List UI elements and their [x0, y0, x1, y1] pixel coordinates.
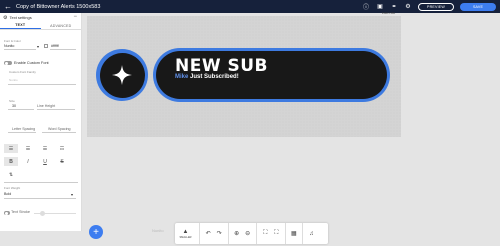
underline-button[interactable]: U [38, 157, 52, 166]
add-layer-button[interactable]: + [89, 225, 103, 239]
align-justify-button[interactable]: ☶ [55, 144, 69, 153]
size-label: Size [9, 99, 15, 103]
fullscreen-icon[interactable]: ⛶ [271, 230, 282, 237]
tab-advanced[interactable]: ADVANCED [41, 22, 82, 29]
text-stroke-knob[interactable] [40, 211, 45, 216]
text-settings-panel: ⚙ Text settings − TEXT ADVANCED Font & C… [0, 13, 82, 231]
alert-title[interactable]: NEW SUB [175, 56, 268, 76]
back-arrow-icon[interactable]: ← [3, 2, 13, 11]
font-weight-select[interactable]: Bold [4, 192, 11, 196]
line-height-input[interactable]: Line Height [37, 104, 55, 108]
settings-icon[interactable]: ⚙ [404, 3, 412, 10]
font-color-label: Font & Color [4, 39, 21, 43]
alert-icon-circle[interactable] [96, 49, 148, 101]
custom-font-label: Enable Custom Font [14, 61, 49, 65]
divider [8, 84, 76, 85]
word-spacing-input[interactable]: Word Spacing [48, 127, 71, 131]
align-center-button[interactable]: ☰ [21, 144, 35, 153]
align-left-button[interactable]: ☰ [4, 144, 18, 153]
divider [8, 109, 34, 110]
bold-button[interactable]: B [4, 157, 18, 166]
panel-tabs: TEXT ADVANCED [0, 22, 81, 30]
preview-button[interactable]: PREVIEW [418, 2, 454, 11]
top-actions: ⓘ ▣ ⚭ ⚙ PREVIEW SAVE [362, 1, 496, 12]
chevron-down-icon[interactable]: ▾ [37, 44, 39, 49]
custom-font-input[interactable]: Nunito [9, 78, 18, 82]
alert-icon-inner [99, 52, 145, 98]
divider [4, 49, 36, 50]
divider [4, 182, 78, 183]
text-stroke-label: Text Stroke [11, 210, 30, 214]
text-transform-group: ⇅ [4, 170, 18, 179]
zoom-in-icon[interactable]: ⊕ [231, 230, 242, 237]
custom-font-family-label: Custom Font Family [9, 70, 36, 74]
panel-title: Text settings [9, 15, 32, 20]
undo-icon[interactable]: ↶ [203, 230, 214, 237]
alert-subtitle[interactable]: Mike Just Subscribed! [175, 74, 239, 80]
page-title: Copy of Bittowner Alerts 1500x583 [16, 3, 101, 10]
font-weight-label: Font Weight [4, 186, 21, 190]
sparkle-icon [112, 65, 132, 85]
text-align-group: ☰ ☰ ☰ ☶ [4, 144, 69, 153]
smaller-label: SMALLER [179, 235, 192, 239]
gear-icon: ⚙ [3, 14, 8, 21]
divider [4, 198, 76, 199]
size-input[interactable]: 30 [12, 104, 16, 108]
divider [50, 49, 76, 50]
bell-icon: ▲ [182, 228, 189, 235]
zoom-out-icon[interactable]: ⊖ [242, 230, 253, 237]
divider [227, 223, 229, 244]
link-icon[interactable]: ⚭ [390, 3, 398, 10]
divider [302, 223, 303, 244]
save-button[interactable]: SAVE [460, 2, 496, 11]
font-select[interactable]: Nunito [4, 44, 14, 48]
italic-button[interactable]: I [21, 157, 35, 166]
monitor-icon[interactable]: ▣ [376, 3, 384, 10]
collapse-icon[interactable]: − [73, 14, 77, 20]
panel-header: ⚙ Text settings − [0, 13, 81, 22]
divider [37, 109, 75, 110]
canvas-size-label: 1500 x 583 [382, 12, 395, 15]
divider [199, 223, 200, 244]
letter-spacing-input[interactable]: Letter Spacing [12, 127, 35, 131]
color-swatch[interactable] [44, 44, 48, 48]
fit-screen-icon[interactable]: ⛶ [260, 230, 271, 237]
divider [8, 132, 36, 133]
redo-icon[interactable]: ↷ [214, 230, 225, 237]
divider [256, 223, 257, 244]
canvas-toolbar: ▲ SMALLER ↶ ↷ ⊕ ⊖ ⛶ ⛶ ▦ ♫ [175, 223, 328, 244]
divider [42, 132, 76, 133]
top-bar: ← Copy of Bittowner Alerts 1500x583 ⓘ ▣ … [0, 0, 500, 13]
text-transform-icon[interactable]: ⇅ [4, 170, 18, 179]
help-icon[interactable]: ⓘ [362, 2, 370, 11]
align-right-button[interactable]: ☰ [38, 144, 52, 153]
divider [284, 223, 286, 244]
grid-icon[interactable]: ▦ [288, 230, 299, 237]
alert-message: Just Subscribed! [188, 74, 239, 80]
color-hex-input[interactable]: #ffffff [51, 44, 59, 48]
smaller-button[interactable]: ▲ SMALLER [175, 229, 196, 239]
ghost-text: Nunito [152, 228, 164, 233]
tab-text[interactable]: TEXT [0, 22, 41, 29]
custom-font-toggle[interactable] [4, 61, 12, 65]
text-stroke-toggle[interactable] [4, 211, 10, 215]
volume-icon[interactable]: ♫ [306, 231, 317, 237]
alert-username: Mike [175, 74, 189, 80]
text-style-group: B I U S [4, 157, 69, 166]
chevron-down-icon[interactable]: ▾ [71, 192, 73, 197]
strikethrough-button[interactable]: S [55, 157, 69, 166]
